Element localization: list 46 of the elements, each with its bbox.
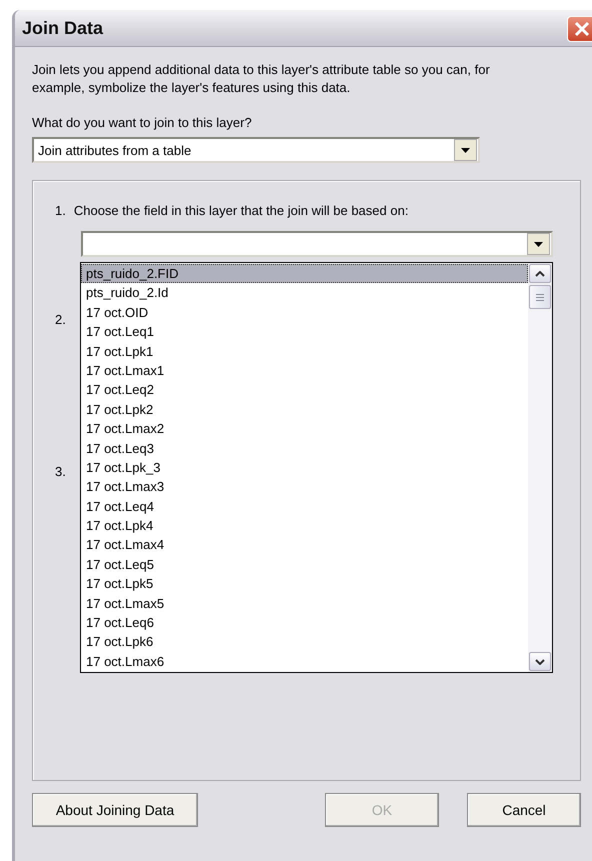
list-option[interactable]: 17 oct.Lpk2 (81, 400, 528, 420)
dropdown-arrow-icon (461, 148, 470, 152)
step-number: 1. (55, 203, 66, 218)
scroll-up-button[interactable] (529, 264, 551, 283)
list-option[interactable]: 17 oct.Lpk5 (81, 574, 528, 594)
field-dropdown[interactable] (81, 231, 553, 257)
list-option[interactable]: 17 oct.Lmax3 (81, 477, 528, 497)
list-option[interactable]: 17 oct.Leq1 (81, 322, 528, 342)
list-option[interactable]: 17 oct.Leq3 (81, 438, 528, 458)
dropdown-arrow-icon (534, 242, 543, 246)
dropdown-value: Join attributes from a table (37, 142, 192, 158)
list-option[interactable]: pts_ruido_2.Id (81, 283, 528, 303)
scrollbar[interactable] (528, 263, 552, 672)
list-option[interactable]: 17 oct.Lpk6 (81, 632, 528, 652)
list-option[interactable]: 17 oct.Leq6 (81, 613, 528, 632)
dialog-button[interactable]: Cancel (467, 793, 581, 827)
dropdown-button[interactable] (454, 139, 477, 161)
window-title: Join Data (22, 18, 104, 38)
list-option[interactable]: 17 oct.Lmax2 (81, 419, 528, 439)
scroll-down-button[interactable] (529, 652, 551, 671)
list-option[interactable]: 17 oct.Leq2 (81, 380, 528, 400)
step-label: Choose the field in this layer that the join will be based on: (74, 203, 408, 218)
join-type-dropdown[interactable]: Join attributes from a table (32, 137, 480, 163)
list-option[interactable]: 17 oct.Lpk4 (81, 516, 528, 536)
list-option[interactable]: 17 oct.Leq4 (81, 496, 528, 516)
join-prompt: What do you want to join to this layer? (32, 115, 253, 130)
list-option[interactable]: 17 oct.Lpk_3 (81, 458, 528, 478)
scroll-thumb[interactable] (529, 285, 551, 309)
grip-icon (536, 294, 544, 300)
list-option[interactable]: 17 oct.OID (81, 302, 528, 322)
list-option[interactable]: 17 oct.Lmax5 (81, 594, 528, 614)
step-number: 2. (55, 312, 66, 327)
chevron-up-icon (535, 270, 545, 276)
chevron-down-icon (535, 658, 545, 664)
close-icon (574, 21, 590, 37)
intro-text: Join lets you append additional data to this layer's attribute table so you can, for example, symbolize the layer's features using this data. (32, 61, 491, 97)
list-option[interactable]: pts_ruido_2.FID (81, 264, 528, 284)
step-number: 3. (55, 464, 66, 479)
dropdown-button[interactable] (527, 233, 550, 255)
list-option[interactable]: 17 oct.Lpk1 (81, 342, 528, 361)
dialog-button[interactable]: About Joining Data (32, 793, 198, 827)
list-option[interactable]: 17 oct.Lmax1 (81, 360, 528, 380)
list-option[interactable]: 17 oct.Lmax4 (81, 535, 528, 555)
close-button[interactable] (567, 16, 592, 42)
list-option[interactable]: 17 oct.Lmax6 (81, 652, 528, 672)
list-option[interactable]: 17 oct.Leq5 (81, 554, 528, 574)
